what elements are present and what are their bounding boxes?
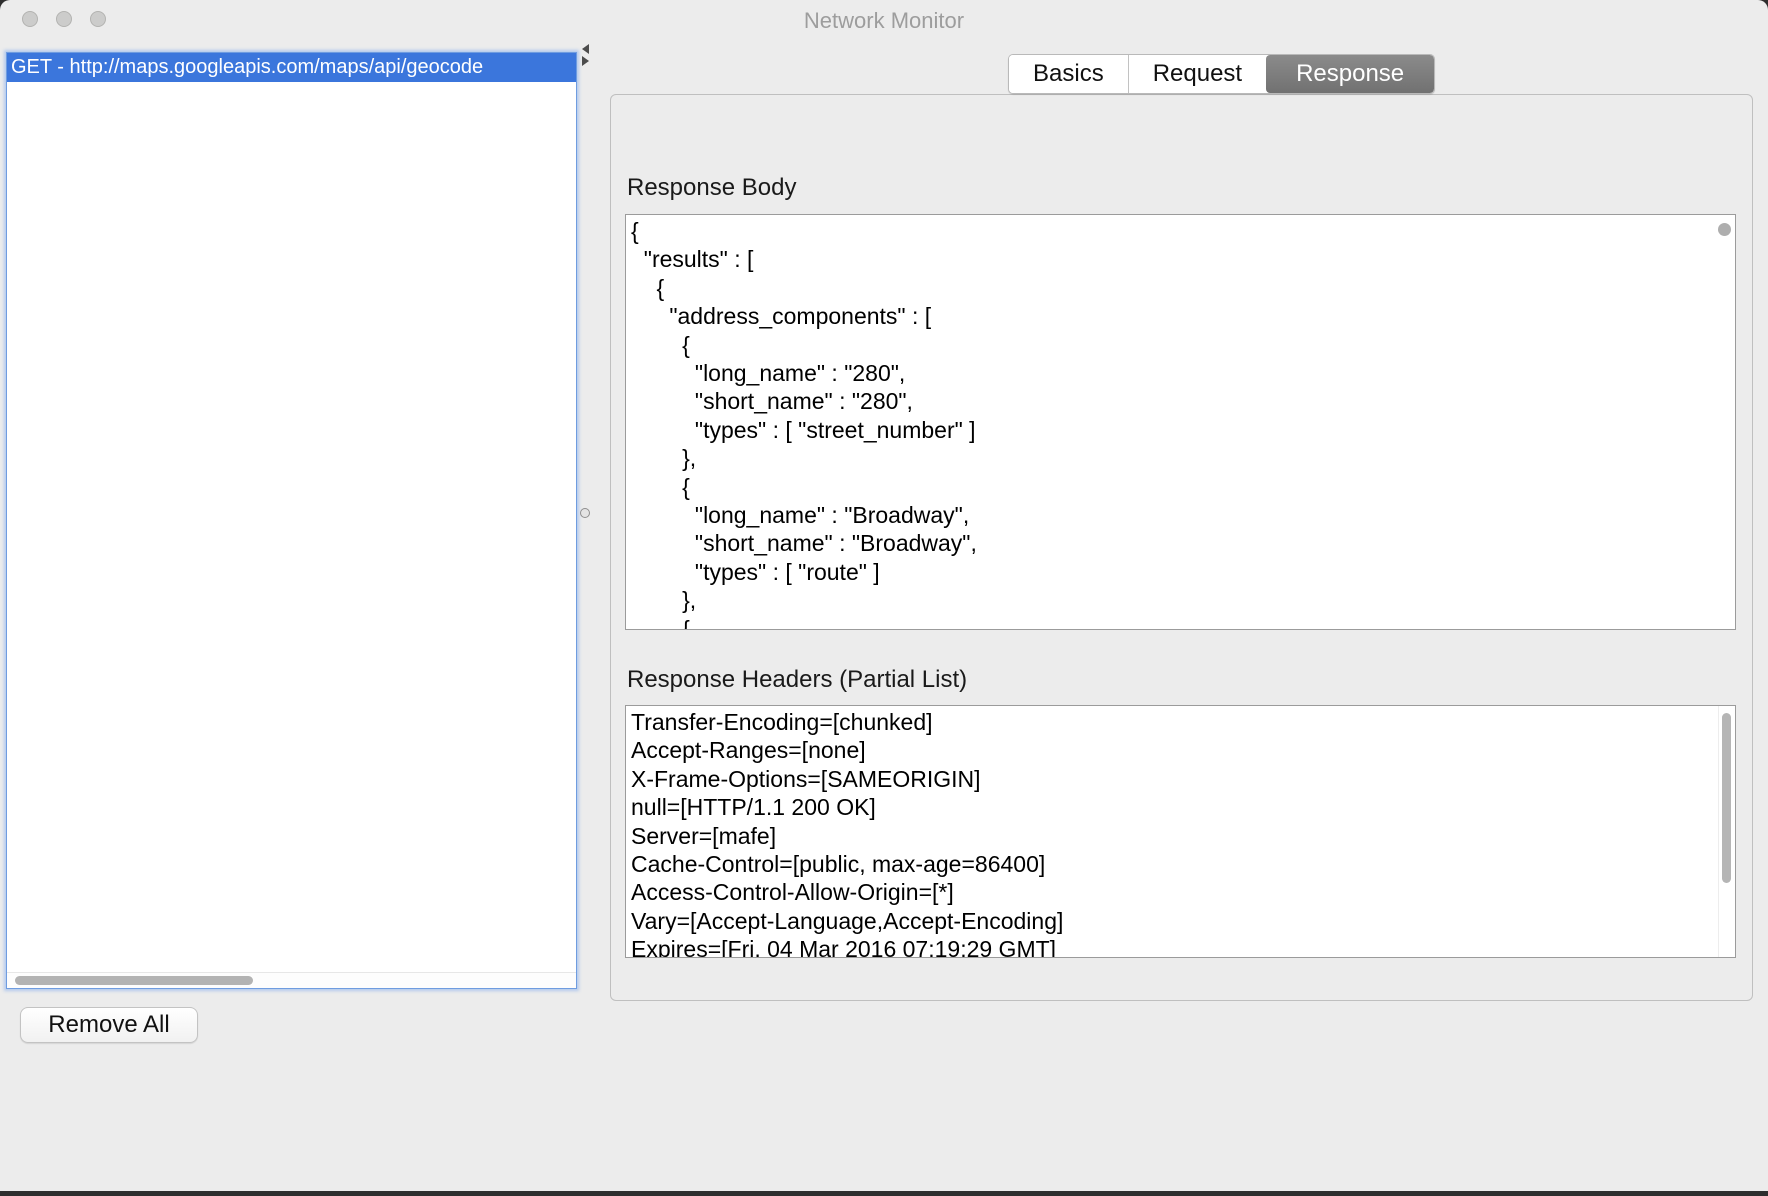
response-headers-scrollbar-thumb[interactable] bbox=[1722, 713, 1731, 883]
response-body-scrollbar-thumb[interactable] bbox=[1718, 223, 1731, 236]
request-list-item[interactable]: GET - http://maps.googleapis.com/maps/ap… bbox=[7, 53, 576, 82]
network-monitor-window: Network Monitor GET - http://maps.google… bbox=[0, 0, 1768, 1191]
request-list[interactable]: GET - http://maps.googleapis.com/maps/ap… bbox=[6, 52, 577, 989]
expand-right-arrow-icon[interactable] bbox=[582, 56, 589, 66]
response-body-label: Response Body bbox=[627, 174, 796, 202]
window-title: Network Monitor bbox=[0, 0, 1768, 40]
title-bar[interactable]: Network Monitor bbox=[0, 0, 1768, 40]
response-body-textarea[interactable]: { "results" : [ { "address_components" :… bbox=[625, 214, 1736, 630]
response-headers-scrollbar[interactable] bbox=[1718, 706, 1735, 957]
tab-bar: Basics Request Response bbox=[1008, 54, 1435, 94]
response-headers-label: Response Headers (Partial List) bbox=[627, 666, 967, 694]
response-headers-text: Transfer-Encoding=[chunked] Accept-Range… bbox=[626, 706, 1735, 958]
horizontal-scrollbar-thumb[interactable] bbox=[15, 976, 253, 985]
request-list-horizontal-scrollbar[interactable] bbox=[7, 972, 576, 988]
tab-request[interactable]: Request bbox=[1128, 55, 1266, 93]
remove-all-button[interactable]: Remove All bbox=[20, 1007, 198, 1043]
screen-background: Network Monitor GET - http://maps.google… bbox=[0, 0, 1768, 1196]
response-headers-textarea[interactable]: Transfer-Encoding=[chunked] Accept-Range… bbox=[625, 705, 1736, 958]
tab-basics[interactable]: Basics bbox=[1009, 55, 1128, 93]
divider-knob-icon[interactable] bbox=[580, 508, 590, 518]
response-body-text: { "results" : [ { "address_components" :… bbox=[626, 215, 1735, 630]
split-pane-divider[interactable] bbox=[577, 40, 610, 990]
tab-response[interactable]: Response bbox=[1266, 55, 1434, 93]
collapse-left-arrow-icon[interactable] bbox=[582, 44, 589, 54]
